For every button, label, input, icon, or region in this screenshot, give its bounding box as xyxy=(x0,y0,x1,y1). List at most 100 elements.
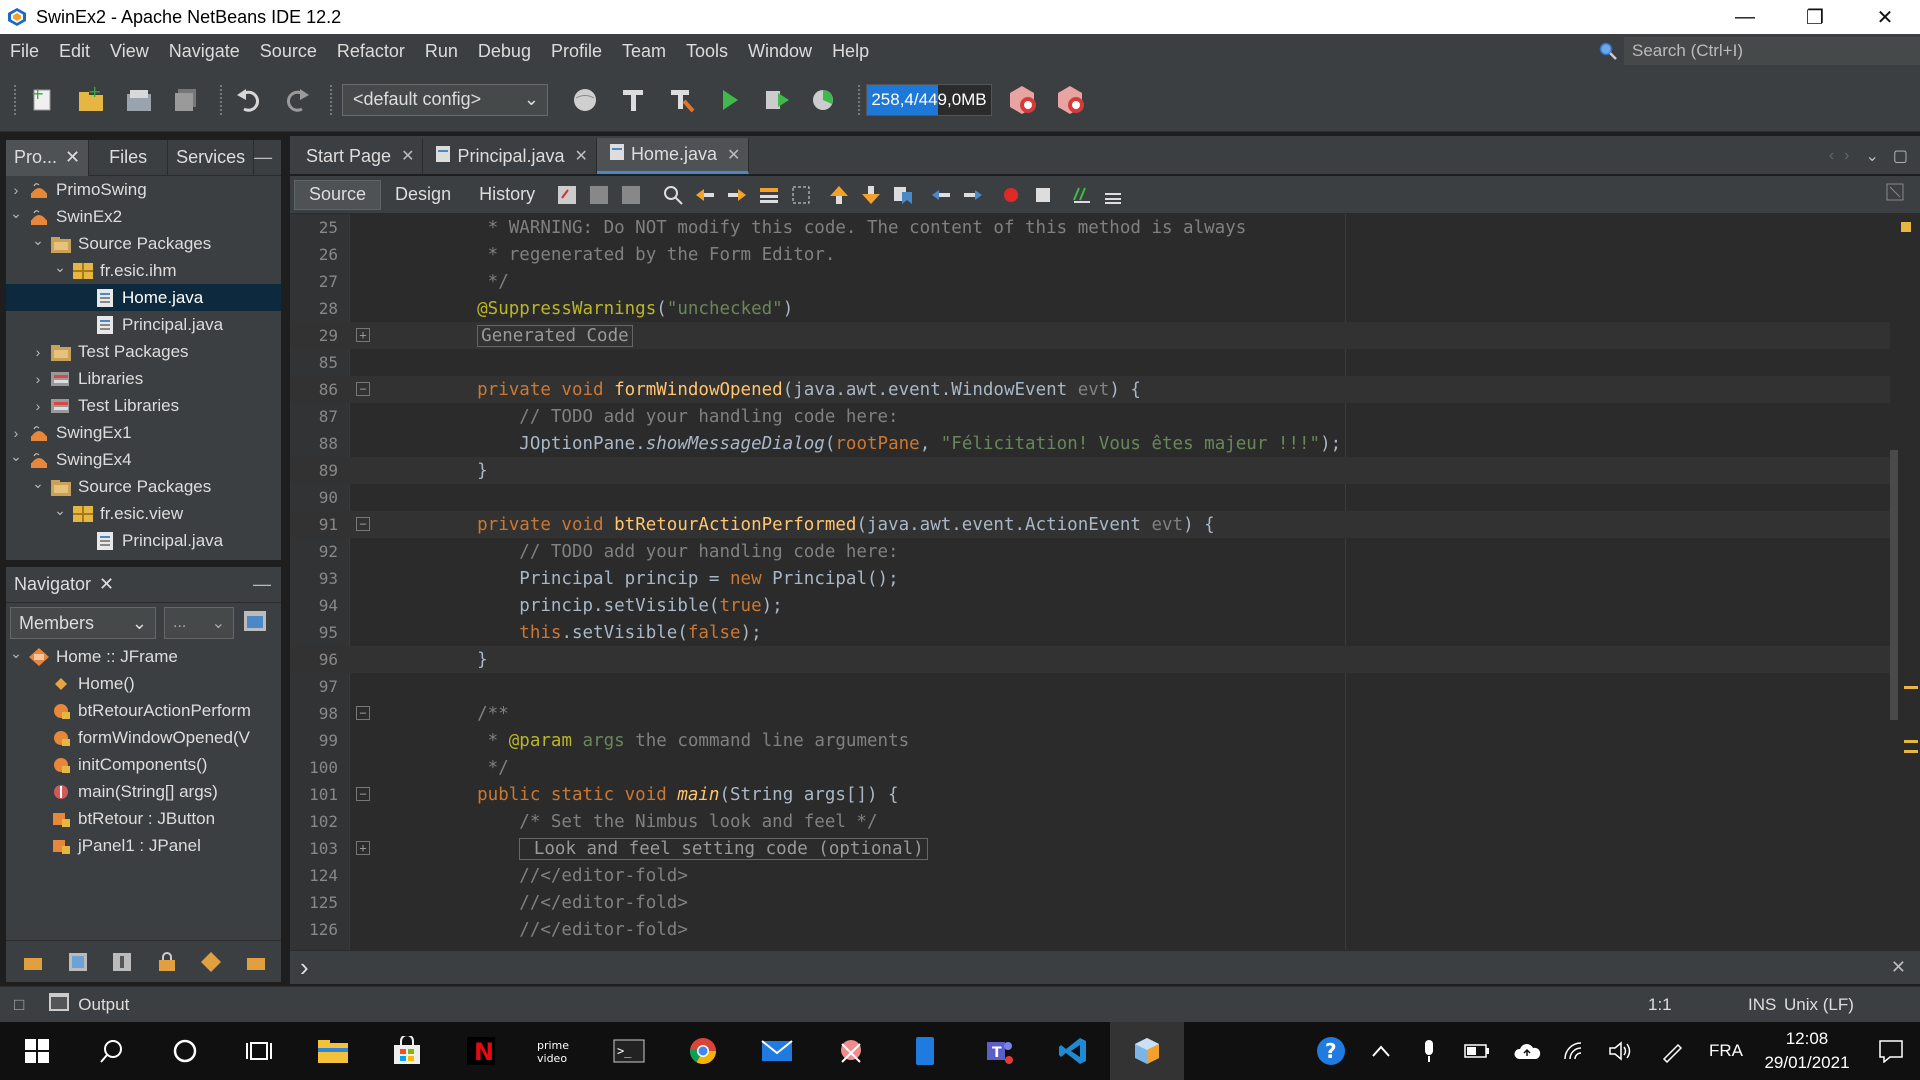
code-line[interactable]: 124 //</editor-fold> xyxy=(290,862,1890,889)
close-tab-icon[interactable]: ✕ xyxy=(727,145,740,165)
find-icon[interactable] xyxy=(659,181,687,209)
code-line[interactable]: 86 − private void formWindowOpened(java.a… xyxy=(290,376,1890,403)
tab-list-icon[interactable]: ⌄ xyxy=(1865,146,1878,166)
collapsed-arrow-icon[interactable]: › xyxy=(30,371,46,387)
close-icon[interactable]: ✕ xyxy=(99,574,114,595)
expanded-arrow-icon[interactable]: ⌄ xyxy=(8,645,24,662)
volume-icon[interactable] xyxy=(1598,1022,1644,1080)
profile-button[interactable] xyxy=(804,79,846,121)
toggle-highlight-icon[interactable] xyxy=(755,181,783,209)
navigator-member-item[interactable]: btRetourActionPerform xyxy=(6,697,281,724)
collapsed-arrow-icon[interactable]: › xyxy=(8,182,24,198)
onedrive-icon[interactable] xyxy=(1502,1022,1552,1080)
menu-help[interactable]: Help xyxy=(822,34,879,68)
code-token[interactable]: Look and feel setting code (optional) xyxy=(519,837,928,860)
output-button[interactable]: Output xyxy=(78,995,129,1015)
next-bookmark-icon[interactable] xyxy=(857,181,885,209)
code-line[interactable]: 25 * WARNING: Do NOT modify this code. T… xyxy=(290,214,1890,241)
minimized-window-icon[interactable]: □ xyxy=(14,995,24,1015)
tab-projects[interactable]: Pro... ✕ xyxy=(6,139,90,176)
find-next-icon[interactable] xyxy=(723,181,751,209)
code-editor[interactable]: 25 * WARNING: Do NOT modify this code. T… xyxy=(290,214,1890,950)
expanded-arrow-icon[interactable]: ⌄ xyxy=(8,448,24,465)
close-tab-icon[interactable]: ✕ xyxy=(401,146,414,166)
expand-fold-icon[interactable]: + xyxy=(356,328,370,342)
code-line[interactable]: 85 xyxy=(290,349,1890,376)
menu-source[interactable]: Source xyxy=(250,34,327,68)
tab-files[interactable]: Files xyxy=(89,139,169,176)
project-tree-item[interactable]: Principal.java xyxy=(6,311,281,338)
browser-button[interactable] xyxy=(564,79,606,121)
collapsed-arrow-icon[interactable]: › xyxy=(8,425,24,441)
memory-indicator[interactable]: 258,4/449,0MB xyxy=(866,83,992,116)
collapse-fold-icon[interactable]: − xyxy=(356,787,370,801)
output-icon[interactable] xyxy=(48,992,70,1017)
code-line[interactable]: 27 */ xyxy=(290,268,1890,295)
project-tree-item[interactable]: ⌄ fr.esic.view xyxy=(6,500,281,527)
history-view-button[interactable]: History xyxy=(465,180,549,210)
microphone-icon[interactable] xyxy=(1406,1022,1452,1080)
windows-start-icon[interactable] xyxy=(0,1022,74,1080)
project-tree-item[interactable]: ⌄ SwinEx2 xyxy=(6,203,281,230)
collapse-fold-icon[interactable]: − xyxy=(356,382,370,396)
maximize-icon[interactable]: ▢ xyxy=(1893,146,1908,166)
tab-start-page[interactable]: Start Page ✕ xyxy=(294,138,424,174)
cortana-icon[interactable] xyxy=(148,1022,222,1080)
menu-debug[interactable]: Debug xyxy=(468,34,541,68)
expanded-arrow-icon[interactable]: ⌄ xyxy=(8,205,24,222)
project-tree-item[interactable]: Principal.java xyxy=(6,527,281,554)
filter-select[interactable]: ... ⌄ xyxy=(164,607,234,639)
menu-file[interactable]: File xyxy=(0,34,49,68)
chrome-icon[interactable] xyxy=(666,1022,740,1080)
menu-team[interactable]: Team xyxy=(612,34,676,68)
new-project-button[interactable]: + xyxy=(70,79,112,121)
menu-edit[interactable]: Edit xyxy=(49,34,100,68)
project-tree-item[interactable]: › PrimoSwing xyxy=(6,176,281,203)
code-line[interactable]: 93 Principal princip = new Principal(); xyxy=(290,565,1890,592)
notifications-icon[interactable] xyxy=(1862,1022,1920,1080)
expanded-arrow-icon[interactable]: ⌄ xyxy=(30,232,46,249)
profiler-snapshot-button[interactable] xyxy=(1050,79,1092,121)
collapsed-arrow-icon[interactable]: › xyxy=(30,344,46,360)
undo-button[interactable] xyxy=(228,79,270,121)
chevron-up-icon[interactable] xyxy=(1356,1022,1406,1080)
code-line[interactable]: 92 // TODO add your handling code here: xyxy=(290,538,1890,565)
scroll-left-icon[interactable]: ‹ xyxy=(1829,147,1834,165)
netbeans-taskbar-icon[interactable] xyxy=(1110,1022,1184,1080)
close-window-button[interactable]: ✕ xyxy=(1850,0,1920,34)
project-tree-item[interactable]: Home.java xyxy=(6,284,281,311)
terminal-icon[interactable]: >_ xyxy=(592,1022,666,1080)
new-file-button[interactable]: + xyxy=(22,79,64,121)
toggle-bookmark-icon[interactable] xyxy=(889,181,917,209)
wifi-icon[interactable] xyxy=(1552,1022,1598,1080)
teams-icon[interactable]: T xyxy=(962,1022,1036,1080)
search-input[interactable]: Search (Ctrl+I) xyxy=(1624,37,1920,65)
navigator-member-item[interactable]: Home() xyxy=(6,670,281,697)
last-edit-icon[interactable] xyxy=(553,181,581,209)
show-fields-icon[interactable] xyxy=(59,941,98,983)
project-tree-item[interactable]: ⌄ SwingEx4 xyxy=(6,446,281,473)
shift-left-icon[interactable] xyxy=(927,181,955,209)
menu-navigate[interactable]: Navigate xyxy=(159,34,250,68)
rect-select-icon[interactable] xyxy=(787,181,815,209)
forward-icon[interactable] xyxy=(617,181,645,209)
menu-window[interactable]: Window xyxy=(738,34,822,68)
file-explorer-icon[interactable] xyxy=(296,1022,370,1080)
code-line[interactable]: 87 // TODO add your handling code here: xyxy=(290,403,1890,430)
code-line[interactable]: 91 − private void btRetourActionPerformed… xyxy=(290,511,1890,538)
navigator-member-item[interactable]: jPanel1 : JPanel xyxy=(6,832,281,859)
clean-build-button[interactable] xyxy=(660,79,702,121)
scroll-thumb[interactable] xyxy=(1890,450,1898,720)
collapsed-arrow-icon[interactable]: › xyxy=(30,398,46,414)
expanded-arrow-icon[interactable]: ⌄ xyxy=(52,502,68,519)
code-line[interactable]: 99 * @param args the command line argume… xyxy=(290,727,1890,754)
expand-output-icon[interactable]: › xyxy=(300,952,309,983)
close-tab-icon[interactable]: ✕ xyxy=(575,146,588,166)
mail-icon[interactable] xyxy=(740,1022,814,1080)
back-icon[interactable] xyxy=(585,181,613,209)
comment-icon[interactable] xyxy=(1067,181,1095,209)
menu-run[interactable]: Run xyxy=(415,34,468,68)
code-line[interactable]: 103 + Look and feel setting code (optiona… xyxy=(290,835,1890,862)
redo-button[interactable] xyxy=(276,79,318,121)
code-line[interactable]: 96 } xyxy=(290,646,1890,673)
